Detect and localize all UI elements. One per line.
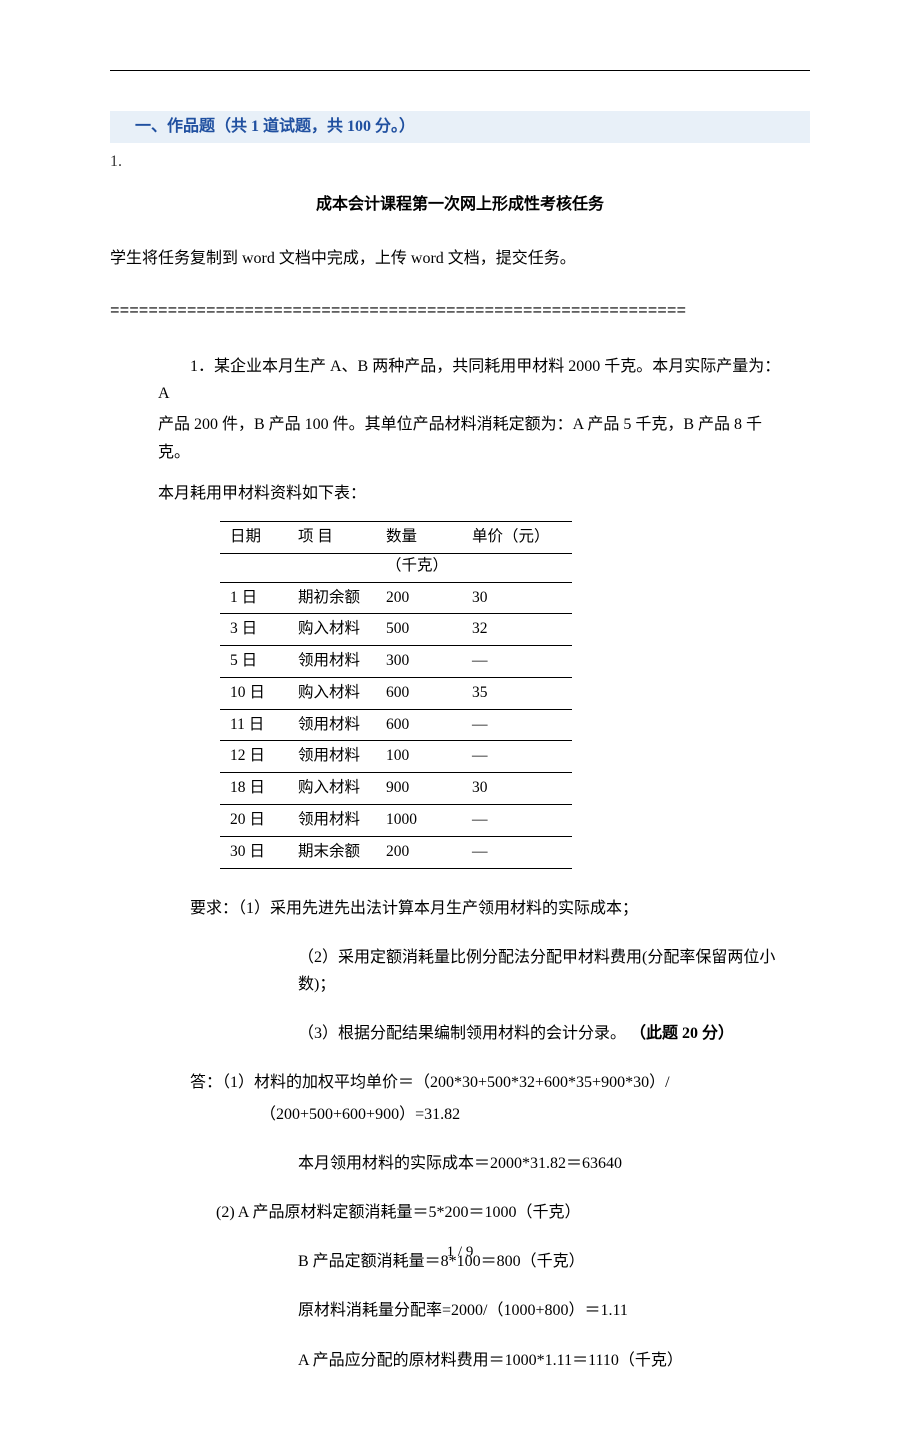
- problem-line-2: 产品 200 件，B 产品 100 件。其单位产品材料消耗定额为：A 产品 5 …: [158, 411, 790, 465]
- cell-qty: 1000: [376, 805, 462, 837]
- cell-date: 20 日: [220, 805, 288, 837]
- instruction-text: 学生将任务复制到 word 文档中完成，上传 word 文档，提交任务。: [110, 246, 810, 272]
- cell-date: 5 日: [220, 646, 288, 678]
- cell-date: 11 日: [220, 709, 288, 741]
- cell-price: 30: [462, 773, 572, 805]
- table-row: 30 日 期末余额 200 —: [220, 836, 572, 868]
- answer-line-1b: （200+500+600+900）=31.82: [260, 1101, 790, 1128]
- cell-price: —: [462, 709, 572, 741]
- table-row: 10 日 购入材料 600 35: [220, 677, 572, 709]
- requirement-1: 要求：（1）采用先进先出法计算本月生产领用材料的实际成本；: [190, 895, 790, 922]
- cell-price: —: [462, 646, 572, 678]
- cell-date: 10 日: [220, 677, 288, 709]
- cell-qty: 200: [376, 582, 462, 614]
- table-row: 3 日 购入材料 500 32: [220, 614, 572, 646]
- section-header: 一、作品题（共 1 道试题，共 100 分。）: [110, 111, 810, 143]
- cell-date: 18 日: [220, 773, 288, 805]
- sub-empty: [288, 553, 376, 582]
- table-row: 5 日 领用材料 300 —: [220, 646, 572, 678]
- cell-qty: 600: [376, 677, 462, 709]
- requirements-block: 要求：（1）采用先进先出法计算本月生产领用材料的实际成本； （2）采用定额消耗量…: [190, 895, 790, 1048]
- sub-empty: [220, 553, 288, 582]
- table-subheader-row: （千克）: [220, 553, 572, 582]
- table-row: 1 日 期初余额 200 30: [220, 582, 572, 614]
- document-title: 成本会计课程第一次网上形成性考核任务: [110, 192, 810, 218]
- material-table: 日期 项 目 数量 单价（元） （千克） 1 日 期初余额 200 30 3 日…: [220, 521, 572, 869]
- cell-item: 领用材料: [288, 709, 376, 741]
- cell-date: 1 日: [220, 582, 288, 614]
- answer-line-1: 答：（1）材料的加权平均单价＝（200*30+500*32+600*35+900…: [190, 1069, 790, 1096]
- cell-qty: 600: [376, 709, 462, 741]
- table-row: 12 日 领用材料 100 —: [220, 741, 572, 773]
- requirement-2: （2）采用定额消耗量比例分配法分配甲材料费用(分配率保留两位小数)；: [298, 944, 790, 998]
- th-date: 日期: [220, 521, 288, 553]
- cell-item: 领用材料: [288, 646, 376, 678]
- table-header-row: 日期 项 目 数量 单价（元）: [220, 521, 572, 553]
- cell-item: 购入材料: [288, 677, 376, 709]
- cell-price: 35: [462, 677, 572, 709]
- cell-price: 30: [462, 582, 572, 614]
- cell-price: 32: [462, 614, 572, 646]
- cell-qty: 500: [376, 614, 462, 646]
- answer-line-6: A 产品应分配的原材料费用＝1000*1.11＝1110（千克）: [298, 1347, 790, 1374]
- cell-date: 30 日: [220, 836, 288, 868]
- cell-qty: 200: [376, 836, 462, 868]
- cell-qty: 900: [376, 773, 462, 805]
- answer-line-3: (2) A 产品原材料定额消耗量＝5*200＝1000（千克）: [216, 1199, 790, 1226]
- table-row: 11 日 领用材料 600 —: [220, 709, 572, 741]
- th-item: 项 目: [288, 521, 376, 553]
- problem-line-3: 本月耗用甲材料资料如下表：: [158, 480, 790, 507]
- cell-item: 购入材料: [288, 773, 376, 805]
- cell-price: —: [462, 836, 572, 868]
- cell-price: —: [462, 741, 572, 773]
- sub-empty: [462, 553, 572, 582]
- answer-block: 答：（1）材料的加权平均单价＝（200*30+500*32+600*35+900…: [190, 1069, 790, 1373]
- cell-item: 期初余额: [288, 582, 376, 614]
- top-rule: [110, 70, 810, 71]
- cell-date: 3 日: [220, 614, 288, 646]
- cell-qty: 300: [376, 646, 462, 678]
- th-qty: 数量: [376, 521, 462, 553]
- cell-item: 购入材料: [288, 614, 376, 646]
- cell-item: 领用材料: [288, 741, 376, 773]
- th-qty-unit: （千克）: [376, 553, 462, 582]
- table-row: 20 日 领用材料 1000 —: [220, 805, 572, 837]
- problem-line-1: 1．某企业本月生产 A、B 两种产品，共同耗用甲材料 2000 千克。本月实际产…: [158, 353, 790, 407]
- page-footer: 1 / 9: [0, 1240, 920, 1264]
- question-number: 1.: [110, 149, 810, 175]
- requirement-3-score: （此题 20 分）: [630, 1025, 734, 1042]
- cell-date: 12 日: [220, 741, 288, 773]
- cell-qty: 100: [376, 741, 462, 773]
- cell-item: 领用材料: [288, 805, 376, 837]
- cell-price: —: [462, 805, 572, 837]
- document-page: 一、作品题（共 1 道试题，共 100 分。） 1. 成本会计课程第一次网上形成…: [0, 0, 920, 1436]
- requirement-3-text: （3）根据分配结果编制领用材料的会计分录。: [298, 1025, 630, 1042]
- answer-line-5: 原材料消耗量分配率=2000/（1000+800）＝1.11: [298, 1297, 790, 1324]
- th-price: 单价（元）: [462, 521, 572, 553]
- cell-item: 期末余额: [288, 836, 376, 868]
- divider-line: ========================================…: [110, 299, 810, 325]
- requirement-3: （3）根据分配结果编制领用材料的会计分录。 （此题 20 分）: [298, 1020, 790, 1047]
- answer-line-2: 本月领用材料的实际成本＝2000*31.82＝63640: [298, 1150, 790, 1177]
- table-row: 18 日 购入材料 900 30: [220, 773, 572, 805]
